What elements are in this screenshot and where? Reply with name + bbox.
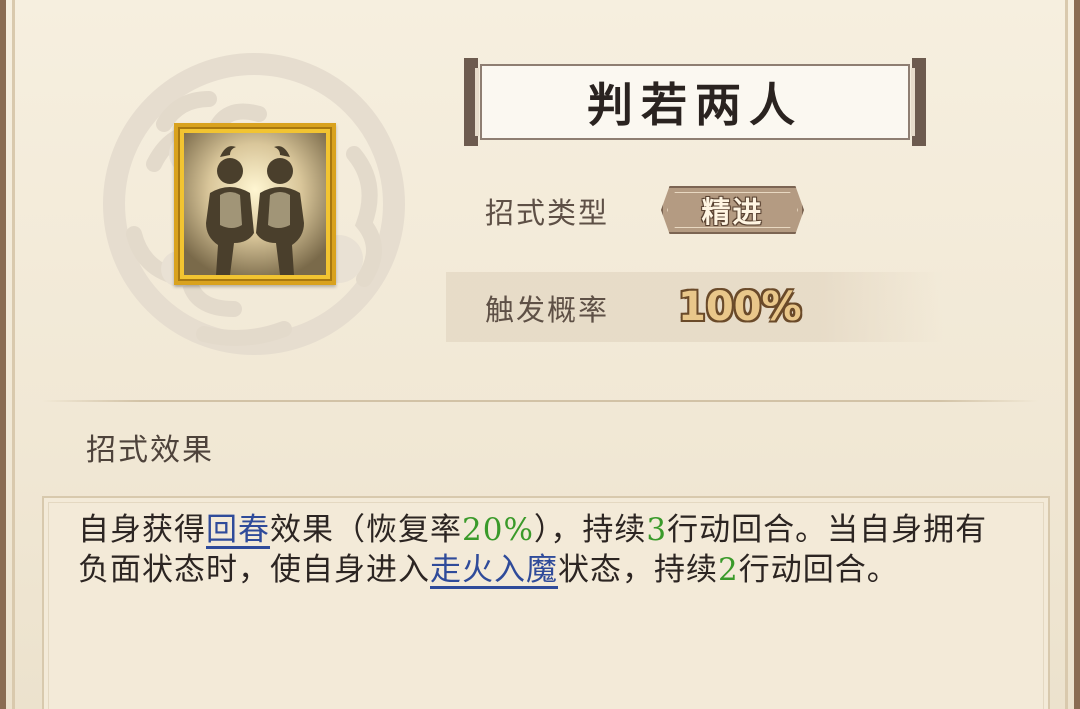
title-frame: 判若两人 bbox=[480, 64, 910, 140]
description-text-segment: ），持续 bbox=[533, 512, 647, 548]
section-divider bbox=[42, 400, 1038, 402]
description-text-segment: 效果（恢复率 bbox=[270, 512, 462, 548]
two-mirrored-warriors-icon bbox=[184, 133, 326, 275]
keyword-link[interactable]: 走火入魔 bbox=[430, 552, 558, 588]
keyword-link[interactable]: 回春 bbox=[206, 512, 270, 548]
highlight-number: 2 bbox=[718, 552, 739, 588]
description-text-segment: 自身获得 bbox=[78, 512, 206, 548]
skill-icon bbox=[174, 123, 336, 285]
skill-detail-panel: 判若两人 招式类型 精进 触发概率 100% 招式效果 自身获得回春效果（恢复率… bbox=[0, 0, 1080, 709]
skill-type-badge: 精进 bbox=[661, 186, 804, 234]
skill-title-plaque: 判若两人 bbox=[464, 58, 926, 146]
skill-type-label: 招式类型 bbox=[485, 196, 610, 230]
highlight-number: 3 bbox=[646, 512, 668, 548]
effect-description-box: 自身获得回春效果（恢复率20%），持续3行动回合。当自身拥有负面状态时，使自身进… bbox=[42, 496, 1050, 709]
highlight-number: 20% bbox=[462, 512, 534, 548]
description-text-segment: 行动回合。 bbox=[738, 552, 899, 588]
title-bracket-right bbox=[911, 58, 926, 146]
effect-description-text: 自身获得回春效果（恢复率20%），持续3行动回合。当自身拥有负面状态时，使自身进… bbox=[78, 510, 1018, 590]
effect-heading: 招式效果 bbox=[86, 433, 214, 468]
description-text-segment: 状态，持续 bbox=[558, 552, 718, 588]
title-bracket-left bbox=[464, 58, 479, 146]
skill-name: 判若两人 bbox=[587, 78, 803, 132]
skill-type-value: 精进 bbox=[701, 195, 764, 229]
trigger-rate-label: 触发概率 bbox=[485, 293, 610, 327]
trigger-rate-value: 100% bbox=[678, 284, 802, 330]
